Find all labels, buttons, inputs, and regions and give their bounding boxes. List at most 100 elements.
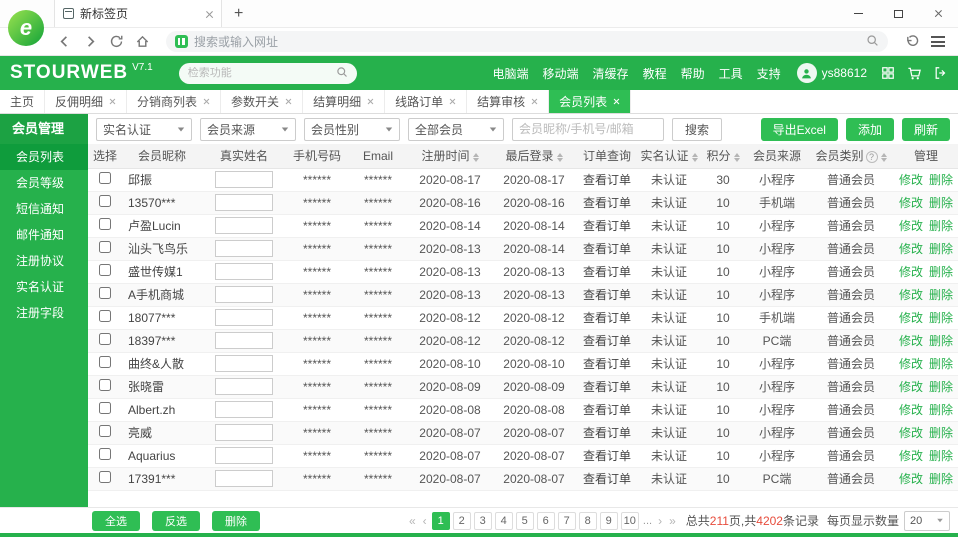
home-icon[interactable] bbox=[130, 31, 154, 53]
per-page-select[interactable]: 20 bbox=[904, 511, 950, 531]
view-orders-link[interactable]: 查看订单 bbox=[583, 380, 631, 394]
keyword-input[interactable] bbox=[512, 118, 664, 141]
delete-link[interactable]: 删除 bbox=[929, 173, 953, 187]
view-orders-link[interactable]: 查看订单 bbox=[583, 311, 631, 325]
modify-link[interactable]: 修改 bbox=[899, 219, 923, 233]
modify-link[interactable]: 修改 bbox=[899, 242, 923, 256]
help-icon[interactable]: ? bbox=[866, 151, 878, 163]
real-name-input[interactable] bbox=[215, 424, 273, 441]
page-number[interactable]: 3 bbox=[474, 512, 492, 530]
header-nav-item[interactable]: 支持 bbox=[757, 65, 781, 82]
sidebar-title[interactable]: 会员管理 bbox=[0, 114, 88, 144]
page-tab[interactable]: 线路订单 bbox=[385, 90, 467, 113]
view-orders-link[interactable]: 查看订单 bbox=[583, 219, 631, 233]
row-checkbox[interactable] bbox=[99, 356, 111, 368]
page-number[interactable]: 9 bbox=[600, 512, 618, 530]
real-name-input[interactable] bbox=[215, 378, 273, 395]
address-badge-icon[interactable] bbox=[175, 35, 188, 48]
minimize-button[interactable] bbox=[838, 0, 878, 27]
row-checkbox[interactable] bbox=[99, 333, 111, 345]
browser-tab[interactable]: 新标签页 bbox=[54, 0, 222, 27]
page-number[interactable]: 10 bbox=[621, 512, 639, 530]
function-search-input[interactable] bbox=[188, 67, 332, 79]
page-tab[interactable]: 会员列表 bbox=[549, 90, 631, 113]
undo-icon[interactable] bbox=[900, 31, 924, 53]
close-icon[interactable] bbox=[109, 98, 116, 105]
sort-icon[interactable] bbox=[881, 153, 887, 162]
row-checkbox[interactable] bbox=[99, 471, 111, 483]
add-button[interactable]: 添加 bbox=[846, 118, 894, 141]
page-tab[interactable]: 分销商列表 bbox=[127, 90, 221, 113]
real-name-input[interactable] bbox=[215, 355, 273, 372]
sidebar-item[interactable]: 邮件通知 bbox=[0, 222, 88, 248]
filter-select[interactable]: 会员性别 bbox=[304, 118, 400, 141]
modify-link[interactable]: 修改 bbox=[899, 449, 923, 463]
header-nav-item[interactable]: 移动端 bbox=[543, 65, 579, 82]
page-number[interactable]: 5 bbox=[516, 512, 534, 530]
row-checkbox[interactable] bbox=[99, 425, 111, 437]
sidebar-item[interactable]: 注册协议 bbox=[0, 248, 88, 274]
page-number[interactable]: 8 bbox=[579, 512, 597, 530]
delete-link[interactable]: 删除 bbox=[929, 426, 953, 440]
grid-icon[interactable] bbox=[881, 66, 895, 80]
delete-link[interactable]: 删除 bbox=[929, 265, 953, 279]
view-orders-link[interactable]: 查看订单 bbox=[583, 173, 631, 187]
modify-link[interactable]: 修改 bbox=[899, 403, 923, 417]
sidebar-item[interactable]: 会员列表 bbox=[0, 144, 88, 170]
delete-link[interactable]: 删除 bbox=[929, 288, 953, 302]
header-nav-item[interactable]: 工具 bbox=[719, 65, 743, 82]
real-name-input[interactable] bbox=[215, 447, 273, 464]
search-button[interactable]: 搜索 bbox=[672, 118, 722, 141]
view-orders-link[interactable]: 查看订单 bbox=[583, 357, 631, 371]
real-name-input[interactable] bbox=[215, 171, 273, 188]
close-icon[interactable] bbox=[367, 98, 374, 105]
delete-link[interactable]: 删除 bbox=[929, 311, 953, 325]
delete-link[interactable]: 删除 bbox=[929, 472, 953, 486]
real-name-input[interactable] bbox=[215, 217, 273, 234]
menu-icon[interactable] bbox=[926, 31, 950, 53]
page-number[interactable]: 1 bbox=[432, 512, 450, 530]
select-all-button[interactable]: 全选 bbox=[92, 511, 140, 531]
function-search-icon[interactable] bbox=[336, 66, 348, 81]
modify-link[interactable]: 修改 bbox=[899, 265, 923, 279]
last-page-icon[interactable]: » bbox=[667, 514, 678, 528]
window-close-button[interactable] bbox=[918, 0, 958, 27]
delete-link[interactable]: 删除 bbox=[929, 380, 953, 394]
prev-page-icon[interactable]: ‹ bbox=[421, 514, 429, 528]
sort-icon[interactable] bbox=[734, 153, 740, 162]
view-orders-link[interactable]: 查看订单 bbox=[583, 242, 631, 256]
delete-link[interactable]: 删除 bbox=[929, 242, 953, 256]
real-name-input[interactable] bbox=[215, 332, 273, 349]
real-name-input[interactable] bbox=[215, 240, 273, 257]
view-orders-link[interactable]: 查看订单 bbox=[583, 403, 631, 417]
sort-icon[interactable] bbox=[692, 153, 698, 162]
modify-link[interactable]: 修改 bbox=[899, 196, 923, 210]
column-header[interactable]: 实名认证 bbox=[638, 144, 700, 168]
modify-link[interactable]: 修改 bbox=[899, 426, 923, 440]
refresh-button[interactable]: 刷新 bbox=[902, 118, 950, 141]
header-nav-item[interactable]: 教程 bbox=[643, 65, 667, 82]
sidebar-item[interactable]: 会员等级 bbox=[0, 170, 88, 196]
page-tab[interactable]: 结算明细 bbox=[303, 90, 385, 113]
new-tab-button[interactable]: + bbox=[234, 6, 243, 22]
filter-select[interactable]: 全部会员 bbox=[408, 118, 504, 141]
page-number[interactable]: 7 bbox=[558, 512, 576, 530]
forward-icon[interactable] bbox=[78, 31, 102, 53]
sort-icon[interactable] bbox=[473, 153, 479, 162]
close-icon[interactable] bbox=[203, 98, 210, 105]
avatar[interactable] bbox=[797, 63, 817, 83]
header-nav-item[interactable]: 电脑端 bbox=[493, 65, 529, 82]
cart-icon[interactable] bbox=[907, 66, 922, 81]
row-checkbox[interactable] bbox=[99, 218, 111, 230]
page-tab[interactable]: 反佣明细 bbox=[45, 90, 127, 113]
page-number[interactable]: 6 bbox=[537, 512, 555, 530]
invert-selection-button[interactable]: 反选 bbox=[152, 511, 200, 531]
page-tab[interactable]: 主页 bbox=[0, 90, 45, 113]
export-excel-button[interactable]: 导出Excel bbox=[761, 118, 838, 141]
view-orders-link[interactable]: 查看订单 bbox=[583, 449, 631, 463]
view-orders-link[interactable]: 查看订单 bbox=[583, 426, 631, 440]
tab-close-icon[interactable] bbox=[205, 10, 213, 18]
modify-link[interactable]: 修改 bbox=[899, 334, 923, 348]
address-search-icon[interactable] bbox=[866, 34, 879, 50]
page-tab[interactable]: 结算审核 bbox=[467, 90, 549, 113]
